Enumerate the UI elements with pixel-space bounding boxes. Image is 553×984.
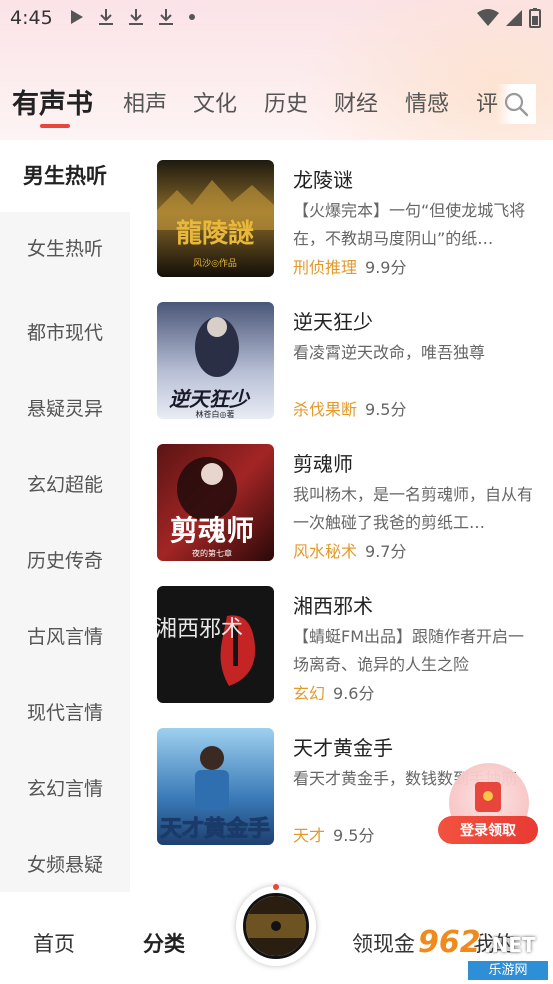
- book-title: 逆天狂少: [293, 310, 373, 334]
- cover-title: 天才黄金手: [160, 816, 270, 842]
- sidebar-item-modern-romance[interactable]: 现代言情: [0, 698, 130, 725]
- wifi-icon: [477, 9, 499, 26]
- cover-author: 林苍白◎著: [196, 409, 235, 419]
- cover-author: 夜的第七章: [192, 548, 232, 558]
- book-meta: 玄幻 9.6分: [293, 680, 374, 704]
- status-bar: 4:45: [0, 0, 553, 38]
- book-cover: 剪魂师 夜的第七章: [157, 444, 274, 561]
- download-icon: [129, 9, 143, 25]
- cover-author: 风沙◎作品: [193, 257, 237, 269]
- book-title: 剪魂师: [293, 452, 353, 476]
- tab-culture[interactable]: 文化: [193, 86, 237, 118]
- cover-title: 剪魂师: [170, 514, 254, 547]
- book-score: 9.5分: [333, 826, 375, 845]
- book-title: 湘西邪术: [293, 594, 373, 618]
- book-tag[interactable]: 玄幻: [293, 680, 325, 704]
- book-meta: 杀伐果断 9.5分: [293, 396, 406, 420]
- tab-audiobook[interactable]: 有声书: [12, 82, 93, 121]
- book-title: 龙陵谜: [293, 168, 353, 192]
- active-tab-indicator: [40, 124, 70, 128]
- signal-icon: [506, 10, 522, 26]
- book-cover: 逆天狂少 林苍白◎著: [157, 302, 274, 419]
- book-description: 【蜻蜓FM出品】跟随作者开启一场离奇、诡异的人生之险: [293, 627, 525, 674]
- book-tag[interactable]: 杀伐果断: [293, 396, 357, 420]
- book-tag[interactable]: 天才: [293, 822, 325, 846]
- search-button[interactable]: [496, 84, 536, 124]
- book-item[interactable]: 逆天狂少 林苍白◎著 逆天狂少 看凌霄逆天改命，唯吾独尊 杀伐果断 9.5分: [130, 282, 553, 419]
- watermark-net: .NET: [484, 933, 536, 957]
- sidebar-item-female-suspense[interactable]: 女频悬疑: [0, 850, 130, 877]
- cover-title: 逆天狂少: [169, 387, 251, 411]
- watermark-site-name: 乐游网: [468, 961, 548, 980]
- download-icon: [99, 9, 113, 25]
- book-tag[interactable]: 刑侦推理: [293, 254, 357, 278]
- status-time: 4:45: [10, 7, 53, 29]
- nav-home[interactable]: 首页: [33, 928, 75, 958]
- tab-crosstalk[interactable]: 相声: [123, 86, 167, 118]
- book-meta: 天才 9.5分: [293, 822, 374, 846]
- tab-emotion[interactable]: 情感: [405, 86, 449, 118]
- sidebar-item-urban[interactable]: 都市现代: [0, 318, 130, 345]
- sidebar-item-female-hot[interactable]: 女生热听: [0, 234, 130, 261]
- book-cover: 天才黄金手: [157, 728, 274, 845]
- sidebar-item-history-legend[interactable]: 历史传奇: [0, 546, 130, 573]
- book-cover: 湘西邪术: [157, 586, 274, 703]
- book-item[interactable]: 剪魂师 夜的第七章 剪魂师 我叫杨木，是一名剪魂师，自从有一次触碰了我爸的剪纸工…: [130, 424, 553, 561]
- book-title: 天才黄金手: [293, 736, 393, 760]
- dot-icon: [189, 14, 195, 20]
- now-playing-button[interactable]: [236, 884, 316, 966]
- battery-icon: [529, 8, 541, 28]
- nav-category[interactable]: 分类: [143, 928, 185, 958]
- red-packet-icon: [475, 782, 501, 812]
- login-reward-button[interactable]: 登录领取: [438, 816, 538, 844]
- category-tabs: 有声书 相声 文化 历史 财经 情感 评: [0, 78, 553, 130]
- watermark-number: 962: [418, 925, 481, 960]
- playing-indicator: [273, 884, 279, 890]
- book-cover: 龍陵謎 风沙◎作品: [157, 160, 274, 277]
- book-item[interactable]: 湘西邪术 湘西邪术 【蜻蜓FM出品】跟随作者开启一场离奇、诡异的人生之险 玄幻 …: [130, 566, 553, 703]
- sidebar-item-suspense[interactable]: 悬疑灵异: [0, 394, 130, 421]
- download-icon: [159, 9, 173, 25]
- tab-history[interactable]: 历史: [264, 86, 308, 118]
- play-icon: [71, 10, 83, 24]
- book-item[interactable]: 龍陵謎 风沙◎作品 龙陵谜 【火爆完本】一句“但使龙城飞将在，不教胡马度阴山”的…: [130, 140, 553, 277]
- book-score: 9.5分: [365, 400, 407, 419]
- now-playing-cover: [243, 893, 309, 959]
- sidebar-item-male-hot[interactable]: 男生热听: [0, 140, 130, 212]
- book-description: 【火爆完本】一句“但使龙城飞将在，不教胡马度阴山”的纸…: [293, 201, 526, 248]
- cover-title: 湘西邪术: [157, 617, 243, 642]
- search-icon: [504, 92, 529, 117]
- sidebar-item-ancient-romance[interactable]: 古风言情: [0, 622, 130, 649]
- book-description: 我叫杨木，是一名剪魂师，自从有一次触碰了我爸的剪纸工…: [293, 485, 533, 532]
- tab-review[interactable]: 评: [476, 86, 498, 118]
- sidebar-item-fantasy[interactable]: 玄幻超能: [0, 470, 130, 497]
- site-watermark: 962 .NET 乐游网: [418, 925, 550, 980]
- tab-finance[interactable]: 财经: [334, 86, 378, 118]
- book-tag[interactable]: 风水秘术: [293, 538, 357, 562]
- sidebar: 男生热听 女生热听 都市现代 悬疑灵异 玄幻超能 历史传奇 古风言情 现代言情 …: [0, 140, 130, 892]
- book-description: 看凌霄逆天改命，唯吾独尊: [293, 343, 486, 362]
- cover-title: 龍陵謎: [176, 218, 254, 249]
- nav-earn-cash[interactable]: 领现金: [352, 928, 415, 958]
- book-meta: 刑侦推理 9.9分: [293, 254, 406, 278]
- book-score: 9.6分: [333, 684, 375, 703]
- book-meta: 风水秘术 9.7分: [293, 538, 406, 562]
- book-score: 9.9分: [365, 258, 407, 277]
- book-score: 9.7分: [365, 542, 407, 561]
- sidebar-item-fantasy-romance[interactable]: 玄幻言情: [0, 774, 130, 801]
